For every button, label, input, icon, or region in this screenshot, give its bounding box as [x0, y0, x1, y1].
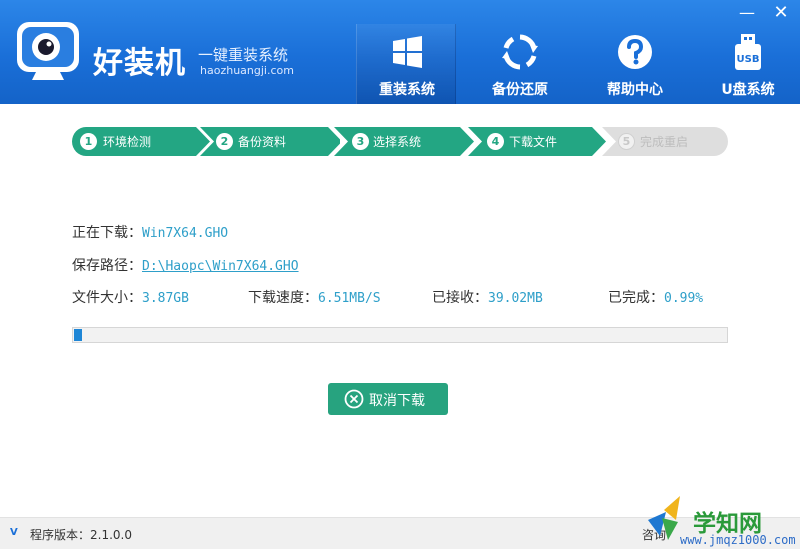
- minimize-button[interactable]: —: [734, 2, 760, 24]
- completed-label: 已完成：: [608, 290, 664, 306]
- brand-slogan: 一键重装系统: [198, 46, 289, 64]
- step-label: 完成重启: [640, 135, 689, 149]
- refresh-icon: [502, 34, 538, 70]
- save-path-link[interactable]: D:\Haopc\Win7X64.GHO: [142, 259, 299, 274]
- step-label: 选择系统: [373, 135, 422, 149]
- help-icon: [618, 35, 652, 69]
- close-button[interactable]: ✕: [768, 2, 794, 24]
- step-label: 环境检测: [103, 135, 152, 149]
- brand-name: 好装机: [93, 46, 186, 81]
- nav-label: 备份还原: [492, 82, 548, 98]
- completed-row: 已完成：0.99%: [608, 287, 703, 307]
- step-label: 下载文件: [509, 135, 558, 149]
- nav-label: U盘系统: [721, 82, 775, 98]
- step-number: 5: [618, 133, 635, 150]
- program-version: 程序版本：2.1.0.0: [30, 528, 132, 542]
- file-size-row: 文件大小：3.87GB: [72, 287, 189, 307]
- downloading-row: 正在下载：Win7X64.GHO: [72, 222, 228, 242]
- watermark-url: www.jmqz1000.com: [680, 533, 796, 547]
- step-label: 备份资料: [238, 135, 287, 149]
- app-header: 好装机 一键重装系统 haozhuangji.com — ✕ 重装系统 备份还原…: [0, 0, 800, 104]
- step-number: 3: [352, 133, 369, 150]
- monitor-logo-icon: [17, 22, 79, 80]
- brand-url: haozhuangji.com: [200, 64, 294, 77]
- completed-value: 0.99%: [664, 291, 704, 306]
- download-speed-value: 6.51MB/S: [318, 291, 381, 306]
- save-path-label: 保存路径：: [72, 258, 142, 274]
- progress-fill: [74, 329, 82, 341]
- download-speed-row: 下载速度：6.51MB/S: [248, 287, 381, 307]
- received-row: 已接收：39.02MB: [432, 287, 543, 307]
- nav-label: 帮助中心: [607, 82, 663, 98]
- version-badge-icon: V: [10, 527, 18, 538]
- save-path-row: 保存路径：D:\Haopc\Win7X64.GHO: [72, 255, 299, 275]
- step-number: 1: [80, 133, 97, 150]
- nav-backup-restore[interactable]: 备份还原: [470, 24, 570, 104]
- nav-help-center[interactable]: 帮助中心: [585, 24, 685, 104]
- step-number: 2: [216, 133, 233, 150]
- nav-reinstall-system[interactable]: 重装系统: [356, 24, 456, 104]
- file-size-value: 3.87GB: [142, 291, 189, 306]
- cancel-download-button[interactable]: 取消下载: [328, 383, 448, 415]
- windows-icon: [393, 36, 422, 68]
- nav-label: 重装系统: [379, 82, 435, 98]
- nav-usb-system[interactable]: USB U盘系统: [698, 24, 798, 104]
- svg-text:USB: USB: [737, 54, 760, 65]
- progress-steps: 1 环境检测 2 备份资料 3 选择系统 4 下载文件 5 完成重启: [72, 127, 728, 156]
- downloading-label: 正在下载：: [72, 225, 142, 241]
- close-circle-icon: [344, 389, 364, 409]
- step-number: 4: [487, 133, 504, 150]
- usb-icon: USB: [735, 34, 761, 70]
- received-value: 39.02MB: [488, 291, 543, 306]
- download-progress-bar: [72, 327, 728, 343]
- file-size-label: 文件大小：: [72, 290, 142, 306]
- cancel-download-label: 取消下载: [369, 393, 425, 409]
- received-label: 已接收：: [432, 290, 488, 306]
- downloading-filename: Win7X64.GHO: [142, 226, 229, 241]
- download-speed-label: 下载速度：: [248, 290, 318, 306]
